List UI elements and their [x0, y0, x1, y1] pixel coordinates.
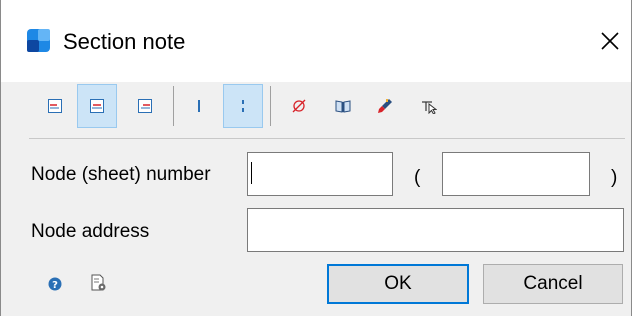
align-right-button[interactable] [125, 84, 165, 128]
close-paren: ) [611, 167, 618, 188]
toolbar-divider [29, 138, 625, 139]
book-button[interactable] [323, 84, 363, 128]
close-button[interactable] [593, 24, 627, 58]
diameter-button[interactable] [279, 84, 319, 128]
section-note-dialog: Section note Node (sheet) number () Nod… [0, 0, 632, 316]
toolbar-separator [270, 86, 271, 126]
app-icon [27, 29, 50, 52]
align-right-icon [138, 99, 152, 113]
window-title: Section note [63, 29, 186, 54]
align-center-button[interactable] [77, 84, 117, 128]
settings-button[interactable] [89, 273, 109, 293]
ok-button[interactable]: OK [327, 264, 469, 304]
title-bar: Section note [1, 0, 631, 82]
align-left-icon [48, 99, 62, 113]
svg-text:?: ? [52, 280, 58, 291]
dotted-line-button[interactable] [223, 84, 263, 128]
paint-brush-button[interactable] [365, 84, 405, 128]
text-caret [251, 162, 252, 184]
help-icon: ? [48, 277, 62, 291]
align-left-button[interactable] [35, 84, 75, 128]
align-center-icon [90, 99, 104, 113]
open-paren: ( [414, 167, 421, 188]
line-dotted-icon [242, 100, 244, 112]
toolbar [29, 82, 625, 132]
document-settings-icon [91, 274, 106, 291]
node-number-label: Node (sheet) number [31, 164, 211, 185]
leader-pointer-button[interactable] [409, 84, 449, 128]
paint-brush-icon [378, 99, 392, 113]
node-address-input[interactable] [247, 208, 624, 252]
line-solid-icon [198, 100, 200, 112]
node-address-label: Node address [31, 221, 150, 242]
book-icon [335, 100, 351, 113]
node-number-input[interactable] [247, 152, 393, 196]
diameter-icon [292, 99, 306, 113]
help-button[interactable]: ? [45, 274, 65, 294]
cancel-button[interactable]: Cancel [483, 264, 623, 304]
solid-line-button[interactable] [179, 84, 219, 128]
toolbar-separator [173, 86, 174, 126]
close-icon [601, 32, 619, 50]
pointer-leader-icon [422, 101, 437, 114]
sheet-number-input[interactable] [442, 152, 590, 196]
